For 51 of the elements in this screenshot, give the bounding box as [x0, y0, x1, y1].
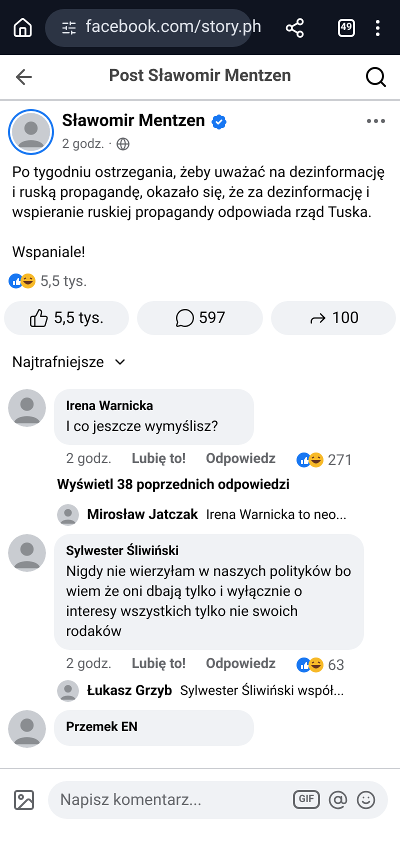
comment-time: 2 godz.	[66, 655, 112, 674]
site-settings-icon	[61, 20, 78, 36]
search-icon[interactable]	[364, 65, 388, 89]
avatar[interactable]	[57, 680, 79, 702]
comment-button[interactable]: 597	[137, 300, 263, 334]
post-author[interactable]: Sławomir Mentzen	[62, 109, 206, 134]
sort-dropdown[interactable]: Najtrafniejsze	[0, 334, 140, 385]
reply-link[interactable]: Odpowiedz	[206, 449, 276, 470]
separator-dot: ·	[108, 136, 112, 154]
avatar[interactable]	[8, 389, 46, 427]
comment-text: I co jeszcze wymyślisz?	[66, 416, 220, 436]
home-icon[interactable]	[12, 16, 34, 40]
reaction-icons	[296, 656, 324, 673]
view-replies-link[interactable]: Wyświetl 38 poprzednich odpowiedzi	[0, 471, 400, 500]
tab-count[interactable]: 49	[338, 18, 354, 36]
photo-icon[interactable]	[12, 788, 36, 812]
comment-field[interactable]: Napisz komentarz... GIF	[48, 780, 388, 818]
gif-button[interactable]: GIF	[292, 790, 320, 809]
reaction-count[interactable]: 271	[328, 448, 354, 471]
globe-icon	[116, 137, 130, 152]
url-text: facebook.com/story.ph	[85, 16, 262, 39]
reply-preview[interactable]: Sylwester Śliwiński współ...	[180, 680, 344, 702]
reaction-icons	[8, 273, 36, 290]
like-icon	[29, 308, 50, 328]
avatar[interactable]	[8, 710, 46, 748]
page-title: Post Sławomir Mentzen	[108, 65, 292, 88]
like-link[interactable]: Lubię to!	[132, 449, 186, 470]
comment-text: Nigdy nie wierzyłam w naszych polityków bo wiem że oni dbają tylko i wyłącznie o interesy wszystkich tylko nie swoich rodaków	[66, 562, 352, 642]
share-icon[interactable]	[284, 16, 306, 40]
share-button[interactable]: 100	[270, 300, 396, 334]
comment-author[interactable]: Przemek EN	[66, 718, 242, 738]
comment-author[interactable]: Sylwester Śliwiński	[66, 542, 352, 562]
reply-link[interactable]: Odpowiedz	[206, 654, 276, 676]
reply-preview[interactable]: Irena Warnicka to neo...	[206, 504, 347, 526]
mention-icon[interactable]	[328, 790, 348, 810]
reply-author[interactable]: Łukasz Grzyb	[87, 680, 172, 702]
reaction-icons	[296, 452, 324, 468]
comment-author[interactable]: Irena Warnicka	[66, 397, 242, 416]
comment-time: 2 godz.	[66, 450, 112, 470]
reply-author[interactable]: Mirosław Jatczak	[87, 504, 198, 526]
post-text: Wspaniale!	[12, 242, 86, 262]
avatar[interactable]	[8, 534, 46, 572]
post-text: Po tygodniu ostrzegania, żeby uważać na dezinformację i ruską propagandę, okazało się, że za dezinformację i wspieranie ruskiej propagandy odpowiada rząd Tuska.	[12, 162, 386, 222]
emoji-icon[interactable]	[356, 790, 376, 810]
comment-icon	[174, 308, 194, 328]
like-link[interactable]: Lubię to!	[132, 654, 186, 676]
reaction-count[interactable]: 5,5 tys.	[40, 270, 88, 292]
like-button[interactable]: 5,5 tys.	[4, 300, 130, 334]
post-time[interactable]: 2 godz.	[62, 134, 104, 154]
avatar[interactable]	[57, 504, 79, 526]
reaction-count[interactable]: 63	[328, 654, 345, 676]
